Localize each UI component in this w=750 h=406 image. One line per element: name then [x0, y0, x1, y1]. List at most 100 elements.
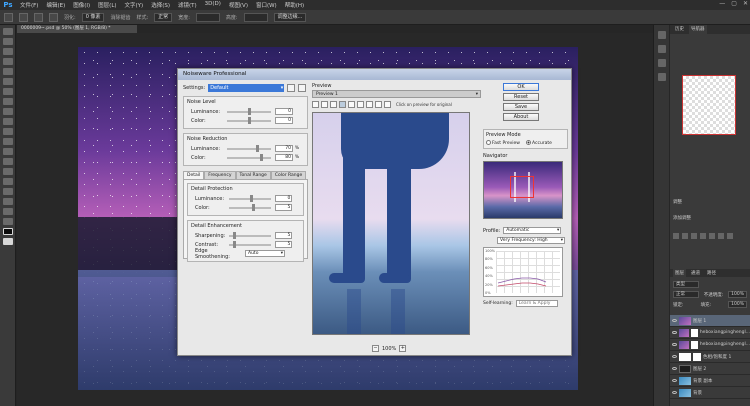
slider-knob[interactable]: [233, 231, 237, 239]
blur-tool-icon[interactable]: [2, 148, 13, 155]
profile-select[interactable]: Automatic: [503, 227, 562, 234]
slider-knob[interactable]: [251, 203, 255, 211]
refine-edge-button[interactable]: 调整边缘...: [273, 12, 307, 22]
height-input[interactable]: [243, 12, 268, 22]
param-slider[interactable]: [227, 144, 271, 152]
document-tab[interactable]: 0000009~.psd @ 50% (图层 1, RGB/8) *: [17, 25, 137, 33]
tab-channels[interactable]: 通道: [689, 269, 702, 277]
zoom-tool-icon[interactable]: [321, 101, 328, 108]
visibility-eye-icon[interactable]: [672, 331, 677, 334]
marquee-tool-icon[interactable]: [2, 38, 13, 45]
menu-item[interactable]: 编辑(E): [42, 1, 69, 9]
split-vertical-icon[interactable]: [348, 101, 355, 108]
param-value-input[interactable]: 5: [275, 241, 293, 248]
menu-item[interactable]: 滤镜(T): [174, 1, 201, 9]
visibility-eye-icon[interactable]: [672, 355, 677, 358]
tab-frequency[interactable]: Frequency: [204, 171, 236, 179]
noise-map-icon[interactable]: [375, 101, 382, 108]
save-preset-icon[interactable]: [287, 83, 296, 92]
layer-row[interactable]: 背景: [670, 387, 750, 399]
type-tool-icon[interactable]: [2, 178, 13, 185]
param-slider[interactable]: [227, 107, 271, 115]
navigator-panel-icon[interactable]: [657, 45, 666, 53]
self-learning-select[interactable]: Learn & Apply: [515, 300, 558, 307]
param-value-input[interactable]: 0: [275, 117, 293, 124]
zoom-tool-icon[interactable]: [2, 218, 13, 225]
edge-smoothening-select[interactable]: Auto: [245, 250, 285, 257]
param-slider[interactable]: [227, 116, 271, 124]
menu-item[interactable]: 文字(Y): [121, 1, 148, 9]
subtract-selection-icon[interactable]: [49, 12, 58, 22]
reset-button[interactable]: Reset: [503, 93, 539, 101]
navigator-image[interactable]: [483, 161, 563, 219]
split-horizontal-icon[interactable]: [357, 101, 364, 108]
new-selection-icon[interactable]: [19, 12, 28, 22]
menu-item[interactable]: 窗口(W): [252, 1, 281, 9]
character-panel-icon[interactable]: [657, 73, 666, 81]
path-select-tool-icon[interactable]: [2, 188, 13, 195]
navigator-viewport-frame[interactable]: [510, 176, 534, 198]
healing-tool-icon[interactable]: [2, 88, 13, 95]
curves-icon[interactable]: [691, 233, 697, 239]
opacity-input[interactable]: 100%: [728, 291, 747, 298]
param-value-input[interactable]: 70: [275, 145, 293, 152]
slider-knob[interactable]: [233, 240, 237, 248]
param-value-input[interactable]: 5: [275, 204, 293, 211]
menu-item[interactable]: 视图(V): [225, 1, 252, 9]
tab-history[interactable]: 历史: [673, 25, 686, 34]
layer-row[interactable]: 图层 1: [670, 315, 750, 327]
param-slider[interactable]: [229, 240, 272, 248]
tab-navigator[interactable]: 导航器: [689, 25, 707, 34]
clone-stamp-tool-icon[interactable]: [2, 108, 13, 115]
history-brush-tool-icon[interactable]: [2, 118, 13, 125]
exposure-icon[interactable]: [700, 233, 706, 239]
menu-item[interactable]: 文件(F): [16, 1, 42, 9]
foreground-color-swatch[interactable]: [2, 228, 13, 235]
navigator-preview[interactable]: [682, 75, 736, 135]
vibrance-icon[interactable]: [709, 233, 715, 239]
gradient-tool-icon[interactable]: [2, 138, 13, 145]
antialias-checkbox[interactable]: 消除锯齿: [110, 14, 130, 21]
param-slider[interactable]: [229, 203, 272, 211]
pen-tool-icon[interactable]: [2, 168, 13, 175]
tab-layers[interactable]: 图层: [673, 269, 686, 277]
help-icon[interactable]: [384, 101, 391, 108]
layer-mask-thumbnail[interactable]: [690, 328, 698, 337]
layer-kind-filter[interactable]: 类型: [673, 281, 699, 288]
delete-preset-icon[interactable]: [298, 83, 307, 92]
hand-tool-icon[interactable]: [2, 208, 13, 215]
menu-item[interactable]: 图像(I): [69, 1, 94, 9]
param-value-input[interactable]: 5: [275, 232, 293, 239]
shape-tool-icon[interactable]: [2, 198, 13, 205]
crop-tool-icon[interactable]: [2, 68, 13, 75]
side-by-side-icon[interactable]: [366, 101, 373, 108]
param-slider[interactable]: [229, 194, 272, 202]
width-input[interactable]: [195, 12, 220, 22]
param-value-input[interactable]: 80: [275, 154, 293, 161]
zoom-in-button[interactable]: +: [399, 345, 407, 352]
lasso-tool-icon[interactable]: [2, 48, 13, 55]
blend-mode-select[interactable]: 正常: [673, 291, 699, 298]
tab-color-range[interactable]: Color Range: [270, 171, 307, 179]
minimize-button[interactable]: —: [719, 0, 725, 7]
ok-button[interactable]: OK: [503, 83, 539, 91]
hue-saturation-icon[interactable]: [718, 233, 724, 239]
background-color-swatch[interactable]: [2, 238, 13, 245]
brush-tool-icon[interactable]: [2, 98, 13, 105]
marquee-tool-icon[interactable]: [4, 12, 13, 22]
param-slider[interactable]: [229, 231, 272, 239]
param-value-input[interactable]: 0: [275, 108, 293, 115]
add-selection-icon[interactable]: [34, 12, 43, 22]
visibility-eye-icon[interactable]: [672, 367, 677, 370]
brightness-icon[interactable]: [673, 233, 679, 239]
menu-item[interactable]: 帮助(H): [281, 1, 308, 9]
layer-mask-thumbnail[interactable]: [690, 340, 698, 349]
move-tool-icon[interactable]: [2, 28, 13, 35]
tab-paths[interactable]: 路径: [705, 269, 718, 277]
param-value-input[interactable]: 0: [275, 195, 293, 202]
style-select[interactable]: 正常: [154, 12, 173, 22]
levels-icon[interactable]: [682, 233, 688, 239]
fast-preview-radio[interactable]: Fast Preview: [486, 140, 520, 146]
quick-select-tool-icon[interactable]: [2, 58, 13, 65]
close-button[interactable]: ✕: [743, 0, 748, 7]
